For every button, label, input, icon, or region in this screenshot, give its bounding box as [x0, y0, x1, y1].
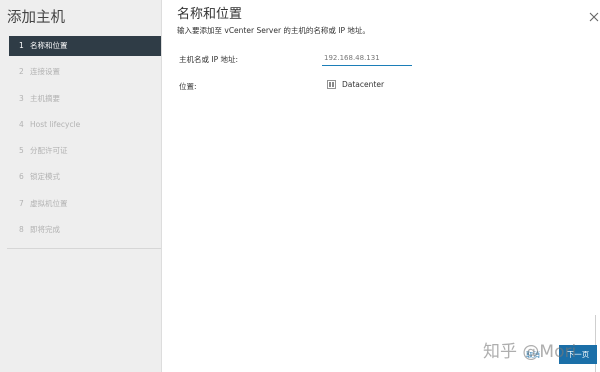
host-input[interactable] — [322, 51, 412, 66]
step-number: 3 — [19, 93, 24, 103]
wizard-steps: 1 名称和位置 2 连接设置 3 主机摘要 4 Host lifecycle 5 分配许可… — [9, 36, 161, 246]
close-icon[interactable] — [589, 7, 599, 22]
step-label: 名称和位置 — [30, 41, 68, 50]
step-label: 连接设置 — [30, 67, 60, 77]
step-7: 7 虚拟机位置 — [9, 194, 161, 214]
next-button[interactable]: 下一页 — [559, 345, 597, 364]
step-number: 7 — [19, 198, 24, 208]
step-8: 8 即将完成 — [9, 220, 161, 240]
page-subtitle: 输入要添加至 vCenter Server 的主机的名称或 IP 地址。 — [177, 26, 370, 35]
step-5: 5 分配许可证 — [9, 141, 161, 161]
step-3: 3 主机摘要 — [9, 89, 161, 109]
page-title: 名称和位置 — [177, 7, 243, 22]
step-label: 主机摘要 — [30, 93, 60, 103]
dialog-title: 添加主机 — [7, 10, 65, 26]
cancel-button[interactable]: 取消 — [526, 350, 540, 360]
step-number: 5 — [19, 146, 24, 156]
step-label: 锁定模式 — [30, 172, 60, 182]
step-label: 虚拟机位置 — [30, 198, 68, 208]
step-1[interactable]: 1 名称和位置 — [9, 36, 161, 56]
location-value: Datacenter — [342, 80, 385, 89]
step-label: 即将完成 — [30, 225, 60, 235]
wizard-sidebar: 添加主机 1 名称和位置 2 连接设置 3 主机摘要 4 Host lifecycle … — [0, 0, 162, 372]
step-number: 1 — [19, 41, 24, 50]
datacenter-icon — [327, 80, 336, 89]
location-selection[interactable]: Datacenter — [327, 80, 384, 89]
step-number: 2 — [19, 67, 24, 77]
wizard-content: 名称和位置 输入要添加至 vCenter Server 的主机的名称或 IP 地… — [162, 0, 600, 372]
step-label: Host lifecycle — [30, 119, 81, 129]
step-6: 6 锁定模式 — [9, 167, 161, 187]
step-4: 4 Host lifecycle — [9, 115, 161, 135]
step-2: 2 连接设置 — [9, 62, 161, 82]
location-label: 位置: — [179, 82, 197, 91]
step-number: 6 — [19, 172, 24, 182]
host-label: 主机名或 IP 地址: — [179, 55, 239, 64]
sidebar-divider — [7, 248, 161, 249]
step-number: 8 — [19, 225, 24, 235]
step-number: 4 — [19, 119, 24, 129]
step-label: 分配许可证 — [30, 146, 68, 156]
